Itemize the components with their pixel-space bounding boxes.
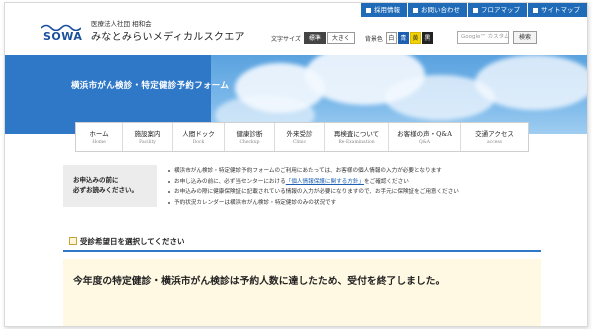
- nav-label: 人間ドック: [182, 130, 215, 138]
- search-input[interactable]: Google™ カスタム検索: [457, 31, 509, 44]
- floormap-link[interactable]: フロアマップ: [467, 3, 527, 17]
- font-large-button[interactable]: 大きく: [326, 32, 355, 44]
- notice-heading-line2: 必ずお読みください。: [73, 186, 138, 194]
- nav-item-checkup[interactable]: 健康診断 Checkup: [225, 123, 275, 151]
- nav-sub-label: access: [486, 140, 502, 145]
- utility-bar: 採用情報 お問い合わせ フロアマップ サイトマップ: [360, 3, 587, 17]
- nav-item-home[interactable]: ホーム Home: [76, 123, 123, 151]
- nav-item-facility[interactable]: 施設案内 Facility: [123, 123, 173, 151]
- bg-blue-button[interactable]: 青: [397, 32, 409, 44]
- bg-black-button[interactable]: 黒: [421, 32, 433, 44]
- recruit-link[interactable]: 採用情報: [360, 3, 407, 17]
- nav-item-clinic[interactable]: 外来受診 Clinic: [275, 123, 325, 151]
- nav-sub-label: Re-Examination: [338, 140, 375, 145]
- nav-item-access[interactable]: 交通アクセス access: [461, 123, 528, 151]
- nav-sub-label: Clinic: [292, 140, 307, 145]
- calendar-icon: [69, 237, 77, 245]
- notice-heading: お申込みの前に 必ずお読みください。: [63, 165, 157, 207]
- sitemap-icon: [533, 7, 538, 13]
- nav-label: 施設案内: [134, 130, 161, 138]
- nav-label: お客様の声・Q&A: [397, 130, 452, 138]
- nav-sub-label: Checkup: [239, 140, 260, 145]
- list-item: お申し込みの前に、必ず当センターにおける「個人情報保護に関する方針」をご確認くだ…: [167, 177, 459, 188]
- section-heading: 受診希望日を選択してください: [63, 230, 541, 252]
- font-size-label: 文字サイズ: [271, 35, 301, 43]
- contact-link[interactable]: お問い合わせ: [407, 3, 467, 17]
- sitemap-label: サイトマップ: [541, 6, 580, 14]
- notice-heading-line1: お申込みの前に: [73, 176, 119, 184]
- nav-label: ホーム: [89, 130, 109, 138]
- closed-message: 今年度の特定健診・横浜市がん検診は予約人数に達したため、受付を終了しました。: [73, 276, 446, 287]
- nav-label: 交通アクセス: [475, 130, 514, 138]
- notice-list: 横浜市がん検診・特定健診予約フォームのご利用にあたっては、お客様の個人情報の入力…: [167, 166, 459, 208]
- font-standard-button[interactable]: 標準: [303, 32, 326, 44]
- recruit-label: 採用情報: [374, 6, 400, 14]
- search-button[interactable]: 検索: [513, 31, 537, 44]
- nav-item-dock[interactable]: 人間ドック Dock: [173, 123, 225, 151]
- logo-text: SOWA: [43, 30, 83, 43]
- list-item: 予約状況カレンダーは横浜市がん検診・特定健診のみの状況です: [167, 198, 459, 209]
- org-name: 医療法人社団 相和会: [91, 20, 152, 28]
- list-item: 横浜市がん検診・特定健診予約フォームのご利用にあたっては、お客様の個人情報の入力…: [167, 166, 459, 177]
- page-frame: 採用情報 お問い合わせ フロアマップ サイトマップ SOWA 医療法人社団 相和…: [4, 2, 588, 327]
- banner-title: 横浜市がん検診・特定健診予約フォーム: [71, 81, 230, 91]
- privacy-policy-link[interactable]: 「個人情報保護に関する方針」: [286, 179, 364, 185]
- site-name[interactable]: みなとみらいメディカルスクエア: [91, 28, 245, 43]
- notice-text: をご確認ください: [364, 178, 409, 185]
- global-nav: ホーム Home 施設案内 Facility 人間ドック Dock 健康診断 Check…: [75, 122, 529, 152]
- nav-label: 外来受診: [286, 130, 313, 138]
- accessibility-controls: 文字サイズ 標準 大きく 背景色 白 青 黄 黒: [271, 31, 434, 45]
- contact-label: お問い合わせ: [421, 6, 460, 14]
- nav-item-reexamination[interactable]: 再検査について Re-Examination: [325, 123, 389, 151]
- nav-sub-label: Facility: [139, 140, 156, 145]
- sitemap-link[interactable]: サイトマップ: [527, 3, 587, 17]
- nav-label: 再検査について: [333, 130, 380, 138]
- sowa-logo[interactable]: SOWA: [41, 17, 83, 43]
- floormap-label: フロアマップ: [481, 6, 520, 14]
- person-icon: [366, 7, 371, 13]
- mail-icon: [413, 7, 418, 13]
- section-title: 受診希望日を選択してください: [80, 237, 185, 246]
- notice-text: お申し込みの前に、必ず当センターにおける: [174, 178, 286, 185]
- bg-white-button[interactable]: 白: [385, 32, 397, 44]
- nav-label: 健康診断: [236, 130, 263, 138]
- map-icon: [473, 7, 478, 13]
- nav-sub-label: Q&A: [419, 140, 430, 145]
- list-item: お申込みの際に健康保険証に記載されている情報の入力が必要になりますので、お手元に…: [167, 187, 459, 198]
- closed-notice-panel: 今年度の特定健診・横浜市がん検診は予約人数に達したため、受付を終了しました。: [63, 259, 541, 326]
- nav-item-qa[interactable]: お客様の声・Q&A Q&A: [389, 123, 461, 151]
- nav-sub-label: Dock: [192, 140, 205, 145]
- nav-sub-label: Home: [92, 140, 106, 145]
- bg-color-label: 背景色: [364, 35, 383, 43]
- bg-yellow-button[interactable]: 黄: [409, 32, 421, 44]
